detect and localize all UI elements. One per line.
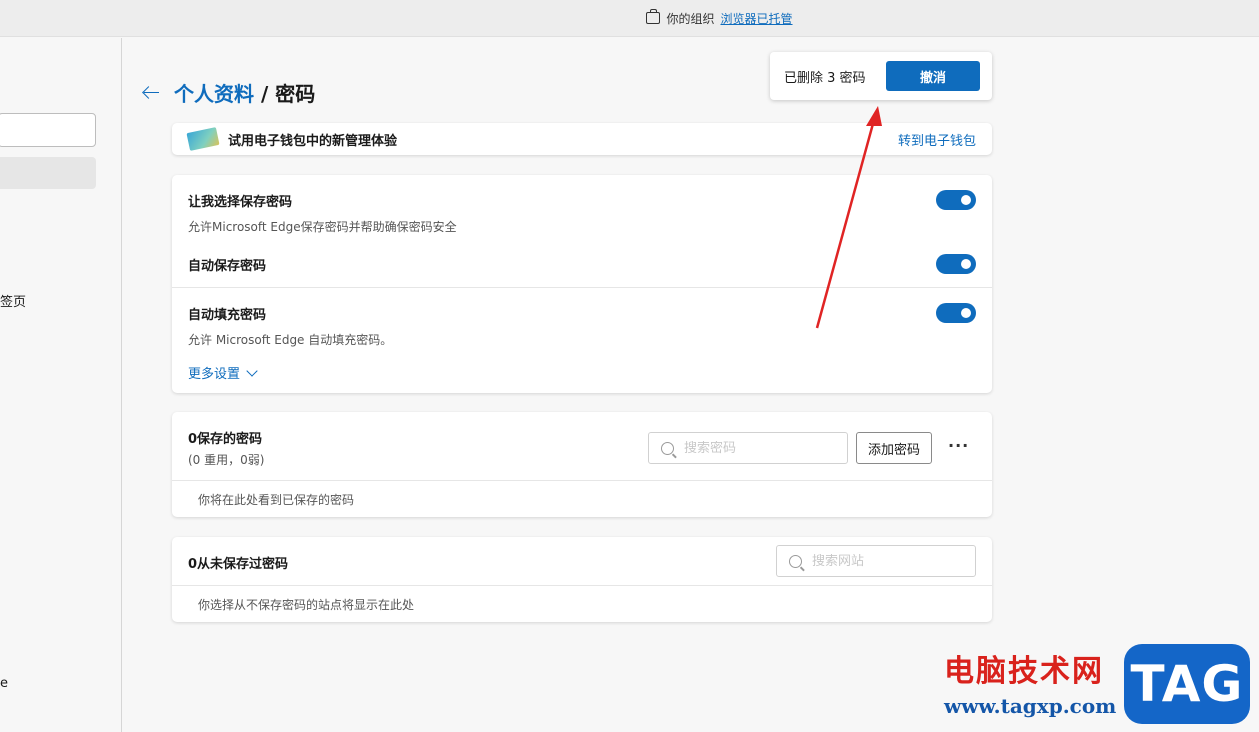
more-settings-label: 更多设置 (188, 367, 241, 382)
go-to-wallet-link[interactable]: 转到电子钱包 (898, 130, 976, 149)
settings-sidebar: 签页 e (0, 38, 122, 732)
autosave-title: 自动保存密码 (188, 259, 267, 274)
toast-message: 已删除 3 密码 (784, 70, 866, 86)
sidebar-item-bottom[interactable]: e (0, 676, 8, 691)
sidebar-item-tabs[interactable]: 签页 (0, 291, 26, 310)
password-settings-card: 让我选择保存密码 允许Microsoft Edge保存密码并帮助确保密码安全 自… (172, 175, 992, 393)
breadcrumb-current: 密码 (275, 82, 316, 106)
autofill-title: 自动填充密码 (188, 308, 267, 323)
search-passwords-input[interactable] (684, 440, 824, 456)
add-password-button[interactable]: 添加密码 (856, 432, 932, 464)
managed-banner: 你的组织 浏览器已托管 (0, 0, 1259, 37)
managed-link[interactable]: 浏览器已托管 (721, 10, 793, 27)
never-saved-empty-message: 你选择从不保存密码的站点将显示在此处 (198, 598, 415, 612)
divider (172, 287, 992, 288)
offer-save-title: 让我选择保存密码 (188, 195, 293, 210)
more-settings-link[interactable]: 更多设置 (188, 363, 258, 382)
watermark-url: www.tagxp.com (944, 694, 1117, 718)
wallet-card-icon (186, 127, 220, 151)
never-saved-title: 0从未保存过密码 (188, 557, 289, 572)
wallet-promo-text: 试用电子钱包中的新管理体验 (228, 133, 398, 149)
search-sites-field[interactable] (776, 545, 976, 577)
watermark-text: 电脑技术网 (944, 654, 1104, 689)
sidebar-item-selected[interactable] (0, 157, 96, 189)
saved-empty-message: 你将在此处看到已保存的密码 (198, 493, 355, 507)
back-arrow-icon[interactable] (142, 86, 160, 100)
sidebar-search-input[interactable] (0, 113, 96, 147)
search-passwords-field[interactable] (648, 432, 848, 464)
breadcrumb-separator: / (254, 82, 276, 106)
undo-button[interactable]: 撤消 (886, 61, 980, 91)
main-content: 个人资料 / 密码 已删除 3 密码 撤消 试用电子钱包中的新管理体验 转到电子… (122, 38, 1259, 732)
managed-prefix: 你的组织 (666, 11, 715, 26)
search-icon (661, 441, 674, 455)
page-header: 个人资料 / 密码 (142, 78, 315, 107)
watermark-badge: TAG (1124, 644, 1250, 724)
never-saved-card: 0从未保存过密码 你选择从不保存密码的站点将显示在此处 (172, 537, 992, 622)
autosave-toggle[interactable] (936, 254, 976, 274)
watermark-logo: 电脑技术网 www.tagxp.com TAG (938, 640, 1256, 728)
autofill-desc: 允许 Microsoft Edge 自动填充密码。 (188, 333, 393, 347)
divider (172, 585, 992, 586)
briefcase-icon (646, 9, 661, 24)
search-icon (789, 554, 802, 568)
divider (172, 480, 992, 481)
saved-passwords-title: 0保存的密码 (188, 432, 263, 447)
offer-save-toggle[interactable] (936, 190, 976, 210)
breadcrumb-profile-link[interactable]: 个人资料 (174, 82, 254, 106)
page-title: 个人资料 / 密码 (174, 78, 315, 107)
deleted-toast: 已删除 3 密码 撤消 (770, 52, 992, 100)
wallet-promo-card: 试用电子钱包中的新管理体验 转到电子钱包 (172, 123, 992, 155)
more-options-icon[interactable]: ··· (948, 436, 969, 455)
saved-passwords-card: 0保存的密码 (0 重用，0弱) 添加密码 ··· 你将在此处看到已保存的密码 (172, 412, 992, 517)
saved-passwords-subtitle: (0 重用，0弱) (188, 453, 265, 467)
autofill-toggle[interactable] (936, 303, 976, 323)
chevron-down-icon (246, 364, 258, 377)
offer-save-desc: 允许Microsoft Edge保存密码并帮助确保密码安全 (188, 220, 457, 234)
search-sites-input[interactable] (812, 553, 952, 569)
managed-notice: 你的组织 浏览器已托管 (646, 9, 793, 27)
